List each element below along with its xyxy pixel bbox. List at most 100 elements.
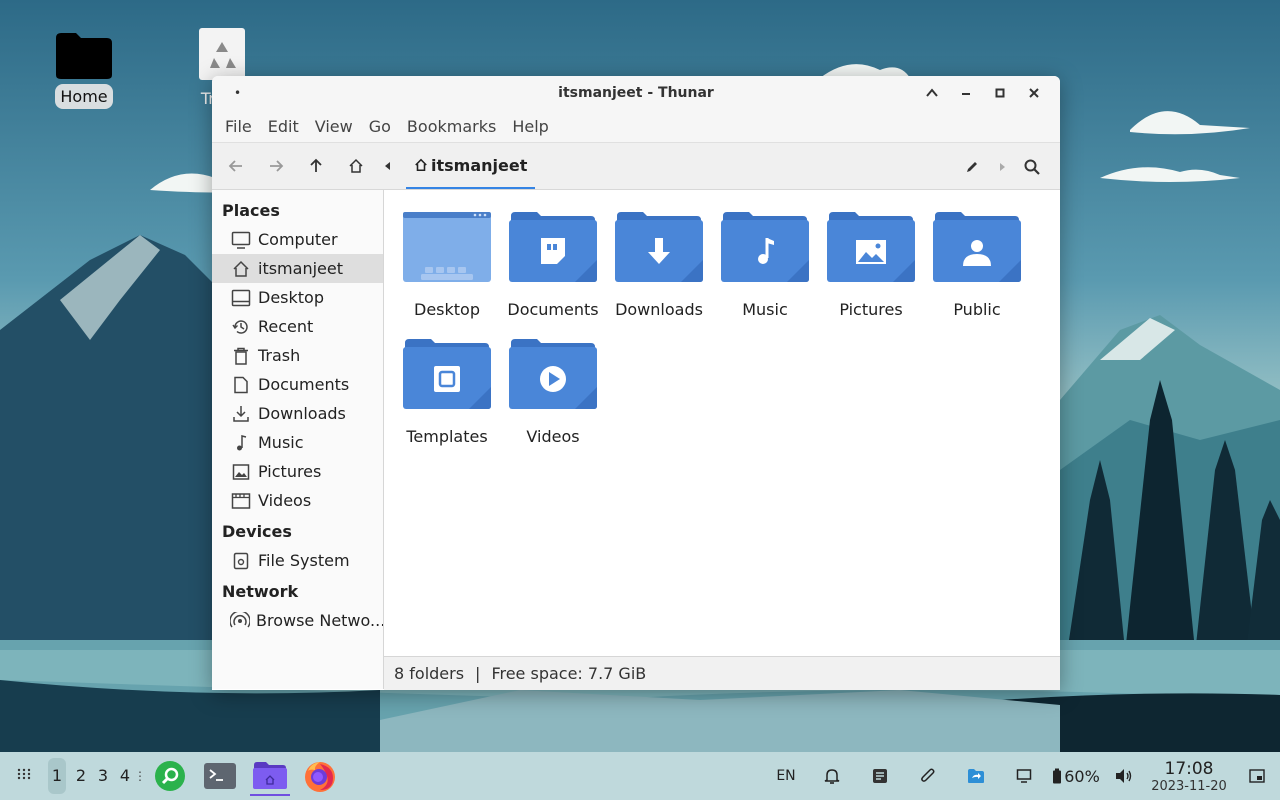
maximize-icon xyxy=(995,88,1005,98)
downloads-folder-icon xyxy=(615,212,703,282)
taskbar-file-manager-app[interactable] xyxy=(250,756,290,796)
network-icon xyxy=(230,610,250,632)
maximize-button[interactable] xyxy=(988,82,1012,104)
monitor-icon xyxy=(230,229,252,251)
status-separator: | xyxy=(475,664,481,683)
speaker-icon xyxy=(1116,769,1132,783)
folder-name: Templates xyxy=(406,427,488,446)
close-icon xyxy=(1029,88,1039,98)
edit-location-button[interactable] xyxy=(952,147,992,187)
home-button[interactable] xyxy=(336,146,376,186)
grid-icon xyxy=(17,768,31,780)
templates-folder-icon xyxy=(403,339,491,409)
show-desktop-button[interactable] xyxy=(1234,752,1280,800)
clock[interactable]: 17:08 2023-11-20 xyxy=(1144,759,1234,794)
documents-folder-icon xyxy=(509,212,597,282)
breadcrumb-scroll-left-button[interactable] xyxy=(376,146,400,186)
folder-name: Downloads xyxy=(615,300,703,319)
folder-item-desktop[interactable]: Desktop xyxy=(394,210,500,319)
desktop-icon-home[interactable]: Home xyxy=(44,30,124,109)
workspace-4[interactable]: 4 xyxy=(114,758,136,794)
sidebar-item-videos[interactable]: Videos xyxy=(212,486,383,515)
sidebar-item-computer[interactable]: Computer xyxy=(212,225,383,254)
search-app-icon xyxy=(155,761,185,791)
clock-date: 2023-11-20 xyxy=(1151,778,1227,794)
updates-button[interactable] xyxy=(952,752,1000,800)
sidebar-item-label: Documents xyxy=(258,375,350,394)
paperclip-icon xyxy=(921,768,935,782)
sidebar-item-documents[interactable]: Documents xyxy=(212,370,383,399)
back-button[interactable] xyxy=(216,146,256,186)
close-button[interactable] xyxy=(1022,82,1046,104)
file-view: Desktop Documents Downloads Music Pictur… xyxy=(384,190,1060,689)
folder-item-templates[interactable]: Templates xyxy=(394,337,500,446)
search-button[interactable] xyxy=(1012,147,1052,187)
folder-item-documents[interactable]: Documents xyxy=(500,210,606,319)
sidebar-item-label: Desktop xyxy=(258,288,324,307)
sidebar-item-label: Pictures xyxy=(258,462,322,481)
taskbar-search-app[interactable] xyxy=(150,756,190,796)
desktop-icon-label: Home xyxy=(55,84,113,109)
menu-help[interactable]: Help xyxy=(511,117,555,136)
folder-item-downloads[interactable]: Downloads xyxy=(606,210,712,319)
folder-item-pictures[interactable]: Pictures xyxy=(818,210,924,319)
menu-edit[interactable]: Edit xyxy=(267,117,306,136)
history-icon xyxy=(230,316,252,338)
folder-app-icon xyxy=(253,762,287,789)
trash-icon xyxy=(230,345,252,367)
breadcrumb-current[interactable]: itsmanjeet xyxy=(406,143,536,189)
file-manager-window: • itsmanjeet - Thunar File Edit View Go … xyxy=(212,76,1060,690)
breadcrumb-scroll-right-button[interactable] xyxy=(992,147,1012,187)
folder-item-music[interactable]: Music xyxy=(712,210,818,319)
sidebar-item-file-system[interactable]: File System xyxy=(212,546,383,575)
terminal-icon xyxy=(204,763,236,789)
home-icon xyxy=(230,258,252,280)
sidebar-item-trash[interactable]: Trash xyxy=(212,341,383,370)
menu-file[interactable]: File xyxy=(224,117,259,136)
sidebar-item-desktop[interactable]: Desktop xyxy=(212,283,383,312)
display-button[interactable] xyxy=(1000,752,1048,800)
sidebar-item-home[interactable]: itsmanjeet xyxy=(212,254,383,283)
parent-folder-button[interactable] xyxy=(296,146,336,186)
battery-indicator[interactable]: 60% xyxy=(1048,752,1104,800)
firefox-icon xyxy=(305,762,335,792)
folder-item-public[interactable]: Public xyxy=(924,210,1030,319)
menu-go[interactable]: Go xyxy=(368,117,398,136)
menu-view[interactable]: View xyxy=(314,117,360,136)
volume-button[interactable] xyxy=(1104,752,1144,800)
workspace-1[interactable]: 1 xyxy=(48,758,66,794)
forward-button[interactable] xyxy=(256,146,296,186)
taskbar-terminal-app[interactable] xyxy=(200,756,240,796)
taskbar-firefox-app[interactable] xyxy=(300,756,340,796)
workspace-more-icon[interactable]: ⋮ xyxy=(134,769,146,783)
keyboard-layout-indicator[interactable]: EN xyxy=(764,752,808,800)
film-icon xyxy=(230,490,252,512)
menu-bookmarks[interactable]: Bookmarks xyxy=(406,117,503,136)
workspace-3[interactable]: 3 xyxy=(92,758,114,794)
folder-name: Desktop xyxy=(414,300,480,319)
toolbar: itsmanjeet xyxy=(212,142,1060,190)
notifications-button[interactable] xyxy=(808,752,856,800)
shade-button[interactable] xyxy=(920,82,944,104)
arrow-right-icon xyxy=(270,160,284,172)
sidebar-item-pictures[interactable]: Pictures xyxy=(212,457,383,486)
search-icon xyxy=(1024,159,1040,175)
minimize-button[interactable] xyxy=(954,82,978,104)
sidebar-item-music[interactable]: Music xyxy=(212,428,383,457)
arrow-up-icon xyxy=(310,158,322,172)
sidebar-item-recent[interactable]: Recent xyxy=(212,312,383,341)
app-grid-button[interactable] xyxy=(16,766,32,786)
folder-name: Music xyxy=(742,300,788,319)
download-icon xyxy=(230,403,252,425)
breadcrumb-label: itsmanjeet xyxy=(431,155,528,175)
sidebar-item-browse-network[interactable]: Browse Netwo... xyxy=(212,606,383,635)
battery-icon xyxy=(1053,768,1062,784)
sidebar-item-label: Music xyxy=(258,433,304,452)
clipboard-button[interactable] xyxy=(904,752,952,800)
folder-item-videos[interactable]: Videos xyxy=(500,337,606,446)
notes-button[interactable] xyxy=(856,752,904,800)
sidebar-item-downloads[interactable]: Downloads xyxy=(212,399,383,428)
home-folder-icon xyxy=(56,33,112,79)
sidebar-item-label: itsmanjeet xyxy=(258,259,343,278)
workspace-2[interactable]: 2 xyxy=(70,758,92,794)
